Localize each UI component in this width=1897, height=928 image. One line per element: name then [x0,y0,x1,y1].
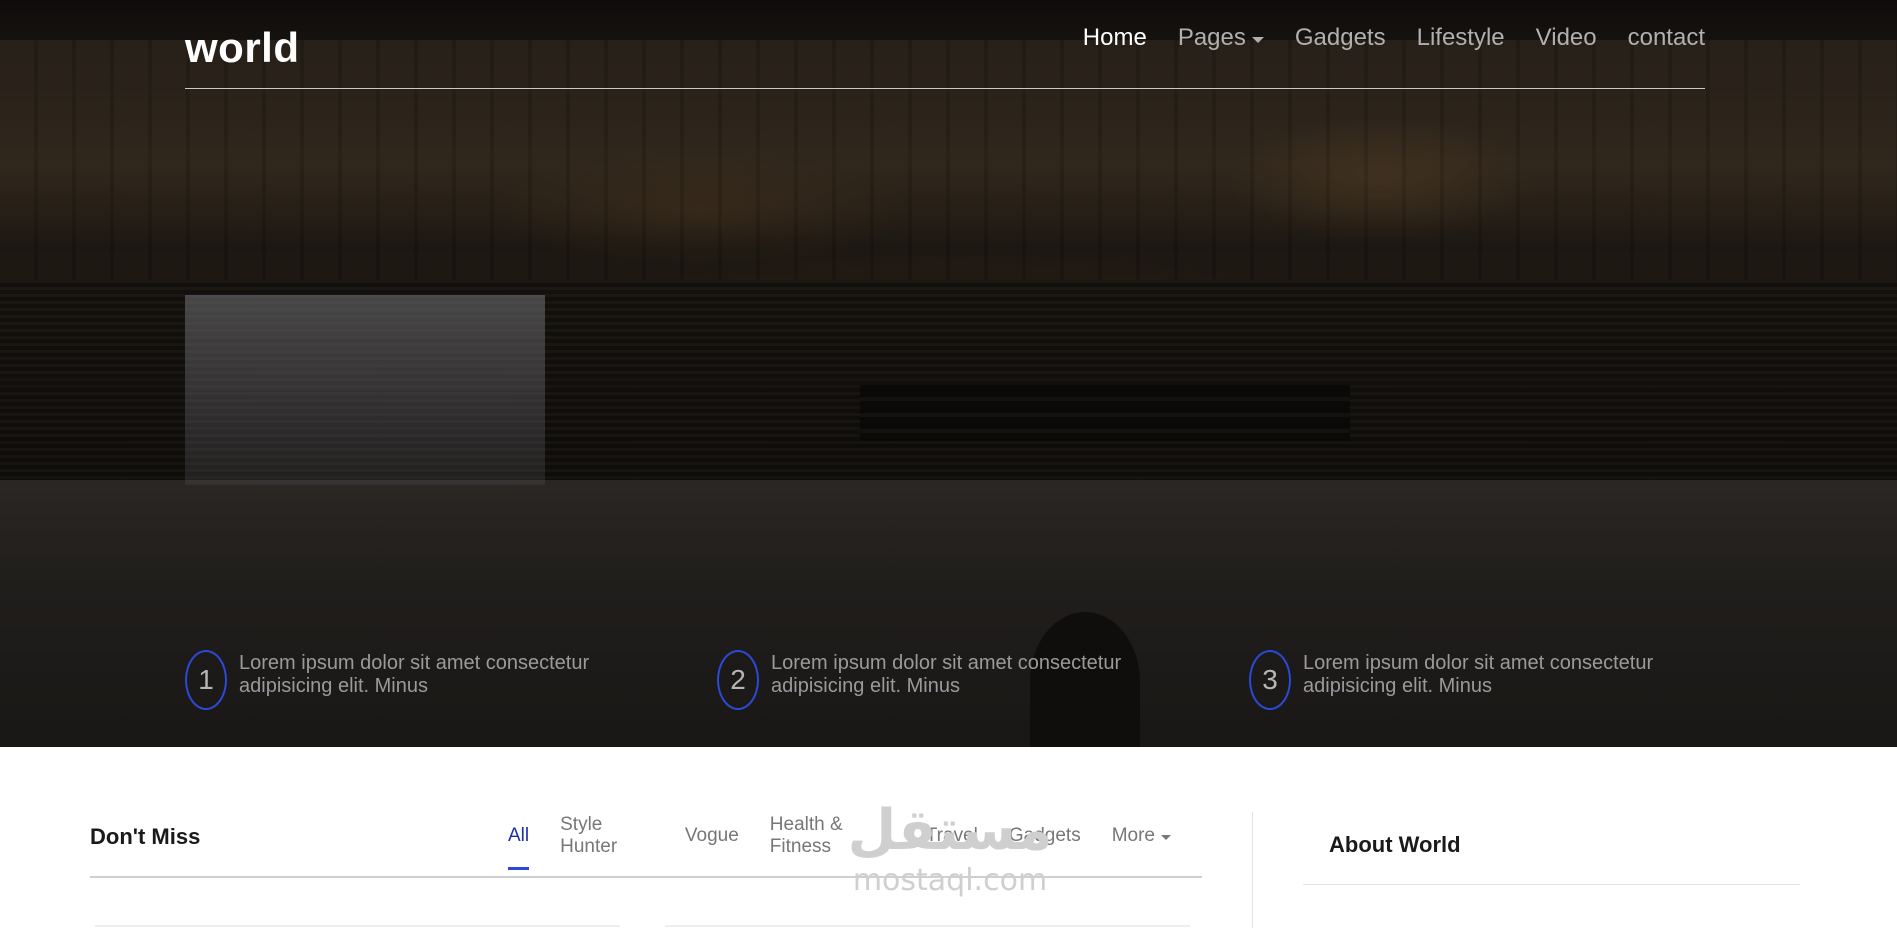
main-menu: Home Pages Gadgets Lifestyle Video conta… [1052,24,1705,52]
feature-item: 3 Lorem ipsum dolor sit amet consectetur… [1249,650,1729,712]
feature-item: 2 Lorem ipsum dolor sit amet consectetur… [717,650,1197,712]
chevron-down-icon [1161,835,1171,840]
nav-item-label: Lifestyle [1416,24,1505,51]
tab-label: All [508,825,530,846]
nav-item-gadgets[interactable]: Gadgets [1295,24,1386,52]
tab-all[interactable]: All [508,824,530,870]
tab-style-hunter[interactable]: Style Hunter [560,814,654,857]
nav-item-label: contact [1627,24,1705,51]
feature-number-badge: 2 [717,650,759,710]
post-card[interactable] [665,925,1190,927]
nav-item-contact[interactable]: contact [1628,24,1705,52]
feature-text: Lorem ipsum dolor sit amet consectetur a… [239,652,590,697]
tab-vogue[interactable]: Vogue [685,824,739,848]
top-navigation: world Home Pages Gadgets Lifestyle Video… [185,0,1705,89]
chevron-down-icon [1251,37,1264,43]
tab-label: Style Hunter [560,814,618,857]
feature-number-badge: 1 [185,650,227,710]
nav-item-pages[interactable]: Pages [1178,24,1264,52]
tab-label: More [1111,825,1155,846]
nav-item-home[interactable]: Home [1083,24,1147,52]
tab-more[interactable]: More [1112,824,1171,848]
feature-text: Lorem ipsum dolor sit amet consectetur a… [771,652,1122,697]
nav-item-label: Gadgets [1294,24,1386,51]
nav-item-label: Home [1082,24,1147,51]
site-logo[interactable]: world [185,24,300,72]
nav-item-video[interactable]: Video [1536,24,1597,52]
tab-label: Vogue [684,825,739,846]
watermark-arabic: مستقل [847,798,1053,863]
watermark-logo: مستقل mostaql.com [830,798,1070,908]
hero-banner: world Home Pages Gadgets Lifestyle Video… [0,0,1897,747]
sidebar-divider [1252,812,1253,928]
nav-item-label: Video [1535,24,1597,51]
section-title: Don't Miss [90,824,201,849]
nav-item-lifestyle[interactable]: Lifestyle [1417,24,1505,52]
feature-number-badge: 3 [1249,650,1291,710]
watermark-latin: mostaql.com [852,863,1048,898]
hero-dark-overlay [0,0,1897,747]
about-title: About World [1329,832,1461,857]
feature-item: 1 Lorem ipsum dolor sit amet consectetur… [185,650,665,712]
feature-text: Lorem ipsum dolor sit amet consectetur a… [1303,652,1654,697]
post-card[interactable] [95,925,620,927]
feature-list: 1 Lorem ipsum dolor sit amet consectetur… [0,650,1897,712]
about-widget: About World [1303,812,1800,885]
nav-item-label: Pages [1177,24,1246,51]
